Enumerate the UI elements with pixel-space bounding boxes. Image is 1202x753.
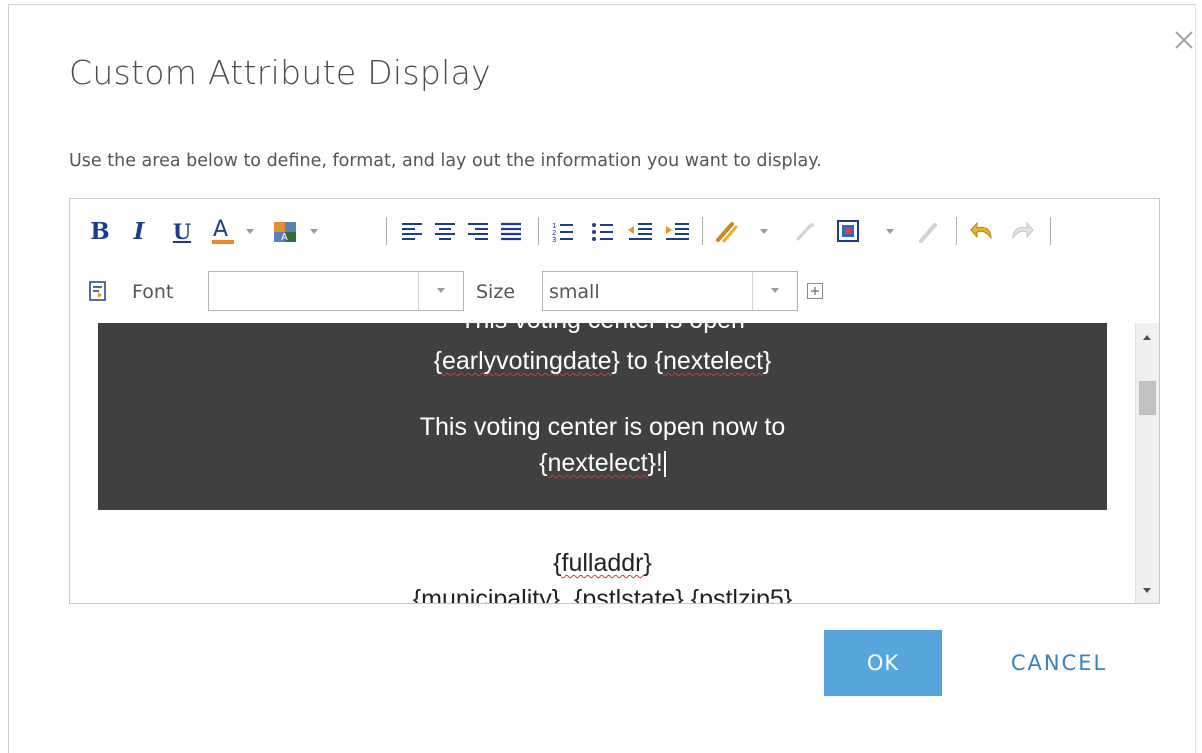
svg-text:A: A [213,217,228,242]
content-line: {fulladdr} [553,549,652,577]
chevron-down-icon [437,288,445,293]
close-button[interactable] [1171,27,1197,53]
content-line: {nextelect}! [98,449,1107,478]
toolbar-separator [386,217,387,245]
align-right-icon [468,223,488,240]
unlink-icon [796,223,814,241]
bold-icon: B [90,217,110,245]
plus-box-icon [807,283,823,299]
redo-icon [1012,221,1034,240]
bullet-list-icon [592,223,613,241]
outdent-button[interactable] [624,215,656,247]
size-select-value: small [549,281,600,303]
font-color-icon: A [212,217,254,244]
text-cursor [663,451,666,478]
cancel-button[interactable]: CANCEL [979,630,1139,696]
scrollbar-thumb[interactable] [1139,381,1156,415]
custom-attribute-dialog: Custom Attribute Display Use the area be… [8,4,1196,753]
toolbar-separator [1050,217,1051,245]
ok-button[interactable]: OK [824,630,942,696]
rich-text-editor: B I U A A 1 2 3 Font Size small {earlyvo… [69,198,1160,604]
font-color-button[interactable]: A [210,215,258,247]
align-left-icon [402,223,422,240]
remove-format-button[interactable] [914,215,944,247]
bullet-list-button[interactable] [588,215,618,247]
formatting-toolbar: B I U A A 1 2 3 [70,215,1159,251]
numbered-list-button[interactable]: 1 2 3 [548,215,578,247]
underline-icon: U [172,218,192,244]
chevron-down-icon [771,288,779,293]
editor-scrollbar[interactable] [1135,323,1159,603]
font-select[interactable] [208,271,464,311]
font-toolbar: Font Size small [70,271,1159,311]
underline-button[interactable]: U [170,215,194,247]
align-justify-icon [501,222,521,241]
indent-button[interactable] [660,215,694,247]
numbered-list-icon: 1 2 3 [552,222,573,242]
content-line: This voting center is open [98,323,1107,335]
background-color-button[interactable]: A [270,215,328,247]
size-select[interactable]: small [542,271,798,311]
editor-content[interactable]: This voting center is open {earlyvotingd… [70,323,1135,604]
scroll-up-arrow-icon[interactable] [1143,335,1151,340]
indent-icon [666,223,689,240]
align-left-button[interactable] [398,215,426,247]
toolbar-separator [702,217,703,245]
dialog-description: Use the area below to define, format, an… [69,151,822,171]
redo-button[interactable] [1004,215,1038,247]
dark-banner-block: This voting center is open {earlyvotingd… [98,323,1107,510]
content-line: This voting center is open now to [419,413,786,441]
undo-button[interactable] [966,215,1000,247]
undo-icon [970,221,992,240]
insert-image-icon [837,220,894,242]
insert-image-button[interactable] [832,215,902,247]
outdent-icon [628,223,652,240]
scroll-down-arrow-icon[interactable] [1143,588,1151,593]
toolbar-separator [538,217,539,245]
close-icon [1175,31,1193,49]
content-line: {municipality}, {pstlstate} {pstlzip5} [412,585,793,604]
unlink-button[interactable] [788,215,822,247]
svg-text:A: A [281,232,288,243]
svg-text:3: 3 [552,236,556,242]
expand-button[interactable] [804,275,826,307]
content-line: {earlyvotingdate} to {nextelect} [433,347,772,375]
italic-button[interactable]: I [128,215,150,247]
italic-icon: I [133,217,145,245]
align-right-button[interactable] [464,215,492,247]
font-label: Font [132,281,174,303]
background-color-icon: A [274,222,318,243]
align-center-button[interactable] [431,215,459,247]
size-label: Size [476,281,516,303]
source-code-icon [89,281,106,301]
dialog-title: Custom Attribute Display [69,53,491,92]
remove-format-icon [919,223,937,243]
toolbar-separator [956,217,957,245]
align-justify-button[interactable] [497,215,525,247]
align-center-icon [435,223,455,240]
font-dropdown-button[interactable] [418,272,463,310]
source-view-button[interactable] [86,275,110,307]
link-icon [716,222,768,243]
link-button[interactable] [710,215,776,247]
bold-button[interactable]: B [88,215,112,247]
size-dropdown-button[interactable] [752,272,797,310]
